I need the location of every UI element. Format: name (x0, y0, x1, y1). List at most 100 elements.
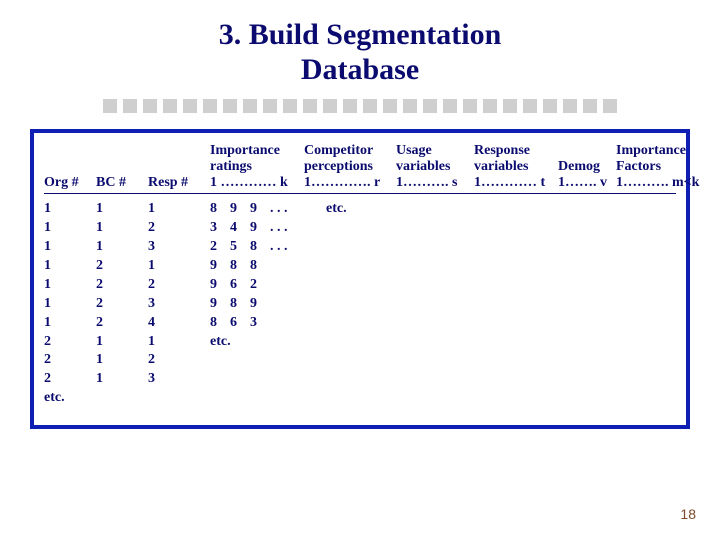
hdr-imp-l3: 1 ………… k (210, 175, 304, 191)
rating1-cell: 9 (210, 257, 222, 276)
table-header-row-2: ratings perceptions variables variables … (44, 159, 676, 175)
org-cell: 2 (44, 351, 96, 370)
divider-square (443, 99, 457, 113)
table-header-row-1: Importance Competitor Usage Response Imp… (44, 143, 676, 159)
hdr-resp-l3: Resp # (148, 175, 210, 191)
hdr-impf-l2: Factors (616, 159, 706, 175)
org-cell: 2 (44, 333, 96, 352)
hdr-imp-l2: ratings (210, 159, 304, 175)
resp-cell: 1 (148, 257, 210, 276)
rating2-cell: 9 (230, 200, 242, 219)
divider-square (323, 99, 337, 113)
divider-square (103, 99, 117, 113)
divider-square (563, 99, 577, 113)
divider-square (463, 99, 477, 113)
hdr-bc-l2 (96, 159, 148, 175)
slide-title-line2: Database (301, 53, 419, 86)
slide-title: 3. Build Segmentation Database (0, 0, 720, 93)
header-underline (44, 193, 676, 194)
hdr-demog-l2: Demog (558, 159, 616, 175)
divider-square (603, 99, 617, 113)
hdr-comp-l1: Competitor (304, 143, 396, 159)
org-cell: 1 (44, 314, 96, 333)
rating3-cell: 2 (250, 276, 262, 295)
rating3-cell: 3 (250, 314, 262, 333)
divider-square (403, 99, 417, 113)
col-dots: . . .. . .. . . (270, 200, 294, 408)
ratings-etc: etc. (326, 200, 347, 219)
rating1-cell: 9 (210, 295, 222, 314)
resp-cell: 2 (148, 276, 210, 295)
hdr-demog-l1 (558, 143, 616, 159)
rating1-cell: 8 (210, 314, 222, 333)
hdr-respv-l3: 1………… t (474, 175, 558, 191)
col-org: 1111111222etc. (44, 200, 96, 408)
divider-square (543, 99, 557, 113)
dots-cell: . . . (270, 219, 294, 238)
col-rating-1: 8329998etc. (210, 200, 222, 408)
dots-cell: . . . (270, 200, 294, 219)
rating3-cell: 9 (250, 200, 262, 219)
rating1-cell: 2 (210, 238, 222, 257)
rating1-cell: 3 (210, 219, 222, 238)
divider-square (343, 99, 357, 113)
bc-cell: 1 (96, 370, 148, 389)
hdr-bc-l3: BC # (96, 175, 148, 191)
rating2-cell: 6 (230, 314, 242, 333)
hdr-bc-l1 (96, 143, 148, 159)
rating2-cell: 6 (230, 276, 242, 295)
hdr-usage-l1: Usage (396, 143, 474, 159)
resp-cell: 3 (148, 238, 210, 257)
bc-cell: 1 (96, 200, 148, 219)
hdr-resp-l2 (148, 159, 210, 175)
resp-cell: 3 (148, 370, 210, 389)
hdr-respv-l1: Response (474, 143, 558, 159)
decorative-divider (0, 93, 720, 129)
resp-cell: 2 (148, 351, 210, 370)
col-rating-3: 9988293 (250, 200, 262, 408)
divider-square (363, 99, 377, 113)
divider-square (263, 99, 277, 113)
rating3-cell: 8 (250, 257, 262, 276)
rating3-cell: 9 (250, 219, 262, 238)
table-frame: Importance Competitor Usage Response Imp… (30, 129, 690, 429)
rating1-cell: 9 (210, 276, 222, 295)
divider-square (283, 99, 297, 113)
divider-square (123, 99, 137, 113)
bc-cell: 2 (96, 276, 148, 295)
col-resp: 1231234123 (148, 200, 210, 408)
resp-cell: 4 (148, 314, 210, 333)
divider-square (503, 99, 517, 113)
hdr-comp-l2: perceptions (304, 159, 396, 175)
table-body: 1111111222etc. 1112222111 1231234123 832… (44, 200, 676, 408)
org-cell: 1 (44, 200, 96, 219)
resp-cell: 1 (148, 333, 210, 352)
divider-square (423, 99, 437, 113)
table-header-row-3: Org # BC # Resp # 1 ………… k 1…………. r 1………… (44, 175, 676, 191)
page-number: 18 (680, 506, 696, 522)
bc-cell: 1 (96, 238, 148, 257)
rating2-cell: 4 (230, 219, 242, 238)
rating1-cell: 8 (210, 200, 222, 219)
rating1-cell: etc. (210, 333, 222, 352)
divider-square (163, 99, 177, 113)
resp-cell: 2 (148, 219, 210, 238)
org-cell: 2 (44, 370, 96, 389)
hdr-imp-l1: Importance (210, 143, 304, 159)
hdr-respv-l2: variables (474, 159, 558, 175)
rating3-cell: 8 (250, 238, 262, 257)
org-cell: 1 (44, 257, 96, 276)
divider-square (183, 99, 197, 113)
col-rating-2: 9458686 (230, 200, 242, 408)
bc-cell: 2 (96, 314, 148, 333)
bc-cell: 1 (96, 219, 148, 238)
divider-square (143, 99, 157, 113)
rating2-cell: 8 (230, 295, 242, 314)
hdr-org-l2 (44, 159, 96, 175)
hdr-demog-l3: 1……. v (558, 175, 616, 191)
col-bc: 1112222111 (96, 200, 148, 408)
org-cell: 1 (44, 276, 96, 295)
rating2-cell: 8 (230, 257, 242, 276)
org-cell: 1 (44, 238, 96, 257)
hdr-usage-l2: variables (396, 159, 474, 175)
